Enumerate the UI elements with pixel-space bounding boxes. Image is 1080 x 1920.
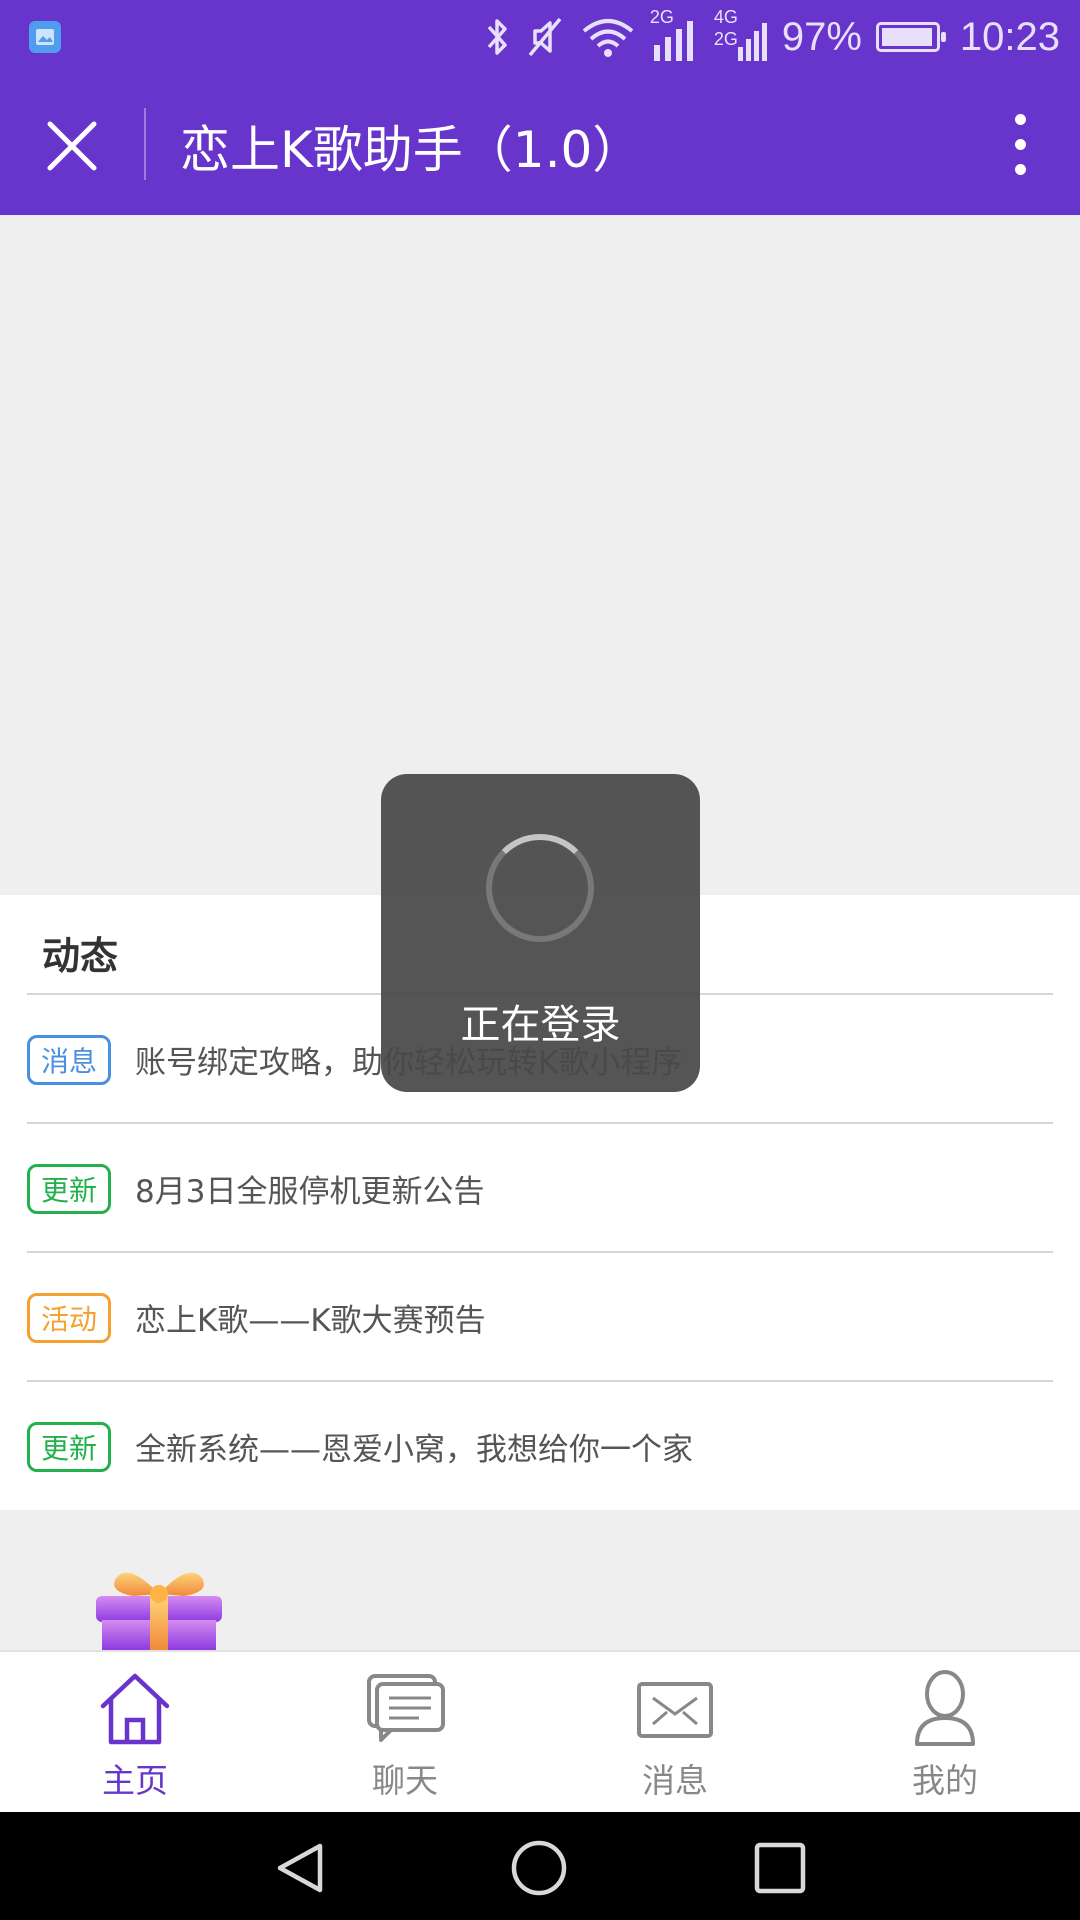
more-options-button[interactable] xyxy=(1010,114,1030,178)
loading-toast: 正在登录 xyxy=(381,774,700,1092)
back-button[interactable] xyxy=(272,1840,328,1900)
bottom-tab-bar: 主页 聊天 消息 我的 xyxy=(0,1650,1080,1812)
circle-icon xyxy=(511,1840,567,1896)
close-icon xyxy=(47,121,97,171)
recents-button[interactable] xyxy=(752,1840,808,1900)
system-nav-bar xyxy=(0,1812,1080,1920)
chat-icon xyxy=(367,1674,445,1742)
news-item[interactable]: 更新 8月3日全服停机更新公告 xyxy=(27,1124,1053,1253)
news-text: 恋上K歌——K歌大赛预告 xyxy=(135,1303,486,1339)
news-item[interactable]: 活动 恋上K歌——K歌大赛预告 xyxy=(27,1253,1053,1382)
more-dot-icon xyxy=(1014,139,1026,150)
tab-label: 消息 xyxy=(642,1761,708,1800)
tab-label: 主页 xyxy=(102,1761,168,1800)
battery-icon xyxy=(875,22,946,52)
news-item[interactable]: 更新 全新系统——恩爱小窝，我想给你一个家 xyxy=(27,1382,1053,1511)
status-bar: 2G 4G 2G 97% 10:23 xyxy=(0,0,1080,74)
home-nav-button[interactable] xyxy=(510,1840,568,1900)
more-dot-icon xyxy=(1014,164,1026,175)
news-tag: 更新 xyxy=(27,1163,111,1214)
tab-label: 聊天 xyxy=(372,1761,438,1800)
tab-home[interactable]: 主页 xyxy=(0,1652,270,1812)
close-button[interactable] xyxy=(44,118,100,174)
loading-spinner-icon xyxy=(486,834,594,942)
tab-messages[interactable]: 消息 xyxy=(540,1652,810,1812)
back-icon xyxy=(277,1843,323,1893)
bluetooth-icon xyxy=(487,19,507,55)
news-tag: 活动 xyxy=(27,1292,111,1343)
battery-percent: 97% xyxy=(781,14,862,59)
status-time: 10:23 xyxy=(959,14,1060,59)
page-title: 恋上K歌助手（1.0） xyxy=(180,121,643,179)
signal-1-icon: 2G xyxy=(650,7,700,65)
square-icon xyxy=(754,1842,806,1894)
mail-icon xyxy=(637,1682,713,1738)
wifi-icon xyxy=(582,19,634,57)
tab-chat[interactable]: 聊天 xyxy=(270,1652,540,1812)
tab-profile[interactable]: 我的 xyxy=(810,1652,1080,1812)
tab-label: 我的 xyxy=(912,1761,978,1800)
title-bar: 恋上K歌助手（1.0） xyxy=(0,74,1080,215)
loading-text: 正在登录 xyxy=(460,1002,621,1048)
news-tag: 更新 xyxy=(27,1421,111,1472)
signal-2-icon: 4G 2G xyxy=(714,7,768,65)
news-tag: 消息 xyxy=(27,1034,111,1085)
news-text: 8月3日全服停机更新公告 xyxy=(135,1174,485,1210)
news-heading: 动态 xyxy=(42,934,119,978)
gallery-notification-icon xyxy=(28,20,62,54)
news-text: 全新系统——恩爱小窝，我想给你一个家 xyxy=(135,1432,693,1468)
more-dot-icon xyxy=(1014,114,1026,125)
home-icon xyxy=(100,1673,170,1745)
gift-icon[interactable] xyxy=(94,1560,224,1650)
title-divider xyxy=(144,108,146,180)
battery-level xyxy=(881,28,933,46)
mute-icon xyxy=(528,17,562,57)
profile-icon xyxy=(915,1670,975,1746)
